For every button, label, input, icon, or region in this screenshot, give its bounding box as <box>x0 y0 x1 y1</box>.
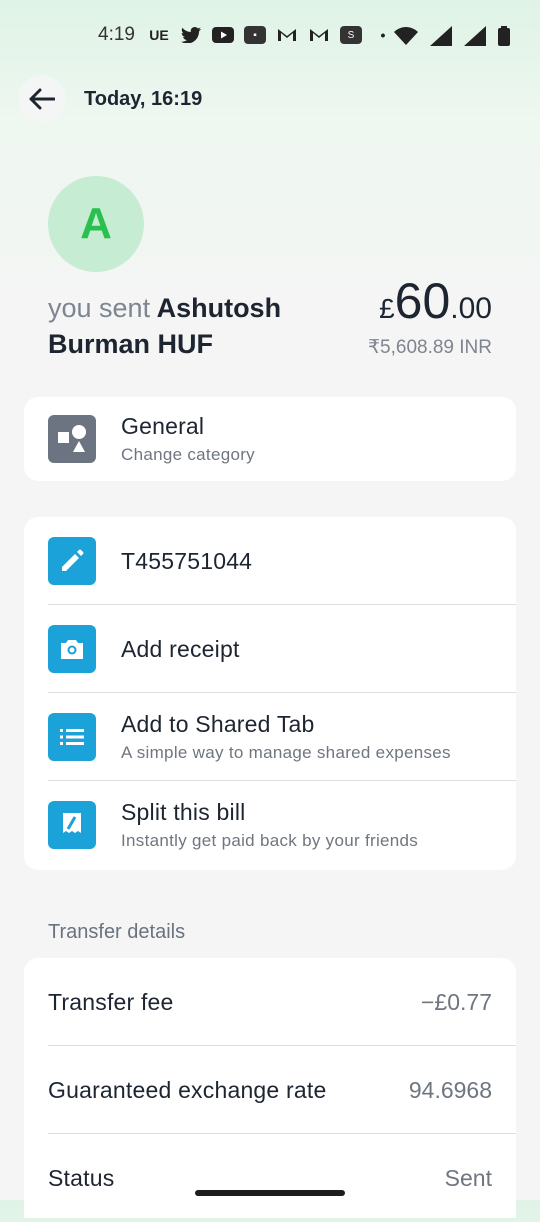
avatar: A <box>48 176 144 272</box>
avatar-initial: A <box>80 199 112 248</box>
exchange-rate-label: Guaranteed exchange rate <box>48 1076 327 1103</box>
converted-amount: ₹5,608.89 INR <box>367 337 492 358</box>
app-icon: ▪ <box>244 26 266 44</box>
carrier-label: UE <box>149 27 169 43</box>
add-receipt-texts: Add receipt <box>121 636 496 663</box>
signal-icon <box>464 26 486 51</box>
amount-decimal: .00 <box>450 292 492 325</box>
arrow-left-icon <box>29 88 55 110</box>
reference-row[interactable]: T455751044 <box>24 517 516 605</box>
status-label: Status <box>48 1164 115 1191</box>
transfer-fee-label: Transfer fee <box>48 988 174 1015</box>
shared-tab-texts: Add to Shared Tab A simple way to manage… <box>121 711 496 763</box>
amount-value: £60.00 <box>368 272 492 330</box>
s-icon: S <box>340 26 362 44</box>
transfer-details-heading: Transfer details <box>48 921 186 943</box>
battery-icon <box>498 26 510 51</box>
category-card[interactable]: General Change category <box>24 397 516 481</box>
category-title: General <box>121 413 205 439</box>
shared-tab-title: Add to Shared Tab <box>121 711 315 737</box>
status-row: Status Sent <box>24 1134 516 1222</box>
recipient-line: you sent Ashutosh Burman HUF <box>48 290 338 362</box>
home-indicator[interactable] <box>195 1190 345 1196</box>
actions-card: T455751044 Add receipt Add to Shared Tab… <box>24 517 516 870</box>
camera-icon <box>48 625 96 673</box>
gmail-icon <box>308 26 330 44</box>
reference-texts: T455751044 <box>121 548 496 575</box>
sent-prefix: you sent <box>48 293 151 323</box>
split-bill-texts: Split this bill Instantly get paid back … <box>121 799 496 851</box>
exchange-rate-row: Guaranteed exchange rate 94.6968 <box>24 1046 516 1134</box>
signal-icon <box>430 26 452 51</box>
page-title: Today, 16:19 <box>84 87 203 110</box>
list-icon <box>48 713 96 761</box>
category-texts: General Change category <box>121 413 496 465</box>
amount-block: £60.00 ₹5,608.89 INR <box>368 272 492 359</box>
category-row[interactable]: General Change category <box>24 397 516 481</box>
split-bill-row[interactable]: Split this bill Instantly get paid back … <box>24 781 516 869</box>
receipt-icon <box>48 801 96 849</box>
status-bar: 4:19 UE ▪ S • <box>0 0 540 72</box>
status-value: Sent <box>444 1164 492 1191</box>
twitter-icon <box>180 26 202 44</box>
split-bill-subtitle: Instantly get paid back by your friends <box>121 831 419 850</box>
notification-icons: UE ▪ S • <box>148 26 394 44</box>
category-shapes-icon <box>48 415 96 463</box>
wifi-icon <box>394 27 418 50</box>
system-icons <box>394 26 510 51</box>
header: Today, 16:19 <box>18 75 202 123</box>
reference-number: T455751044 <box>121 547 253 574</box>
shared-tab-subtitle: A simple way to manage shared expenses <box>121 743 451 762</box>
transfer-fee-row: Transfer fee −£0.77 <box>24 958 516 1046</box>
dot-icon: • <box>380 27 386 43</box>
back-button[interactable] <box>18 75 66 123</box>
shared-tab-row[interactable]: Add to Shared Tab A simple way to manage… <box>24 693 516 781</box>
pencil-icon <box>48 537 96 585</box>
exchange-rate-value: 94.6968 <box>408 1076 492 1103</box>
status-time: 4:19 <box>98 24 135 45</box>
youtube-icon <box>212 26 234 44</box>
add-receipt-label: Add receipt <box>121 635 240 662</box>
amount-currency: £ <box>379 293 395 324</box>
transfer-fee-value: −£0.77 <box>421 988 492 1015</box>
amount-whole: 60 <box>394 273 451 329</box>
transfer-details-card: Transfer fee −£0.77 Guaranteed exchange … <box>24 958 516 1218</box>
split-bill-title: Split this bill <box>121 799 246 825</box>
change-category-link[interactable]: Change category <box>121 445 496 465</box>
gmail-icon <box>276 26 298 44</box>
add-receipt-row[interactable]: Add receipt <box>24 605 516 693</box>
